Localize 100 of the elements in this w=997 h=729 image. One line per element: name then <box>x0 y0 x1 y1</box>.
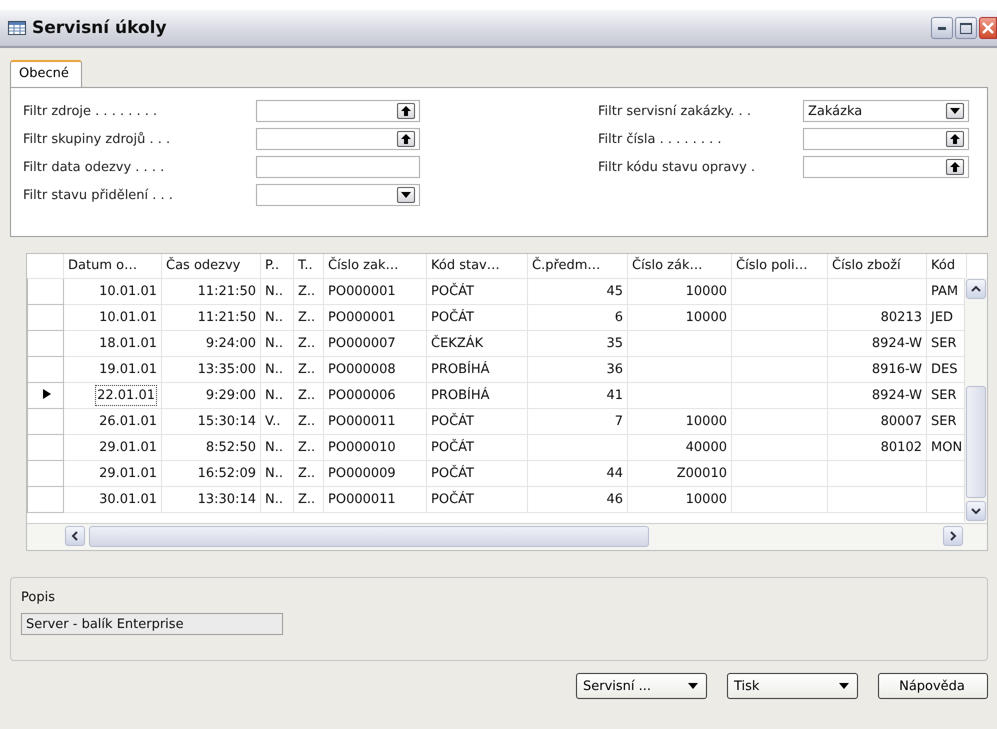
table-cell: 9:29:00 <box>206 388 256 402</box>
menu-button[interactable]: Servisní ... <box>576 673 707 699</box>
column-header[interactable]: Kód <box>926 254 967 278</box>
table-cell: 22.01.01 <box>95 384 157 406</box>
filter-label: Filtr servisní zakázky. . . <box>598 104 752 118</box>
close-button[interactable] <box>979 17 997 39</box>
column-header[interactable]: Č.předm… <box>528 254 628 278</box>
table-cell: Z.. <box>298 362 316 376</box>
minimize-icon <box>938 26 946 30</box>
vertical-scrollbar[interactable] <box>964 278 987 522</box>
table-cell: 10000 <box>686 414 727 428</box>
table-cell: 29.01.01 <box>99 440 157 454</box>
filter-field[interactable] <box>803 128 969 150</box>
table-cell: 46 <box>606 492 623 506</box>
menu-button[interactable]: Tisk <box>727 673 858 699</box>
table-cell: PO000007 <box>328 336 396 350</box>
table-cell: 18.01.01 <box>99 336 157 350</box>
table-cell: POČÁT <box>431 466 474 480</box>
table-cell: Z.. <box>298 492 316 506</box>
table-cell: PO000011 <box>328 492 396 506</box>
column-header[interactable]: Číslo zboží <box>828 254 926 278</box>
table-cell: 10000 <box>686 492 727 506</box>
row-selector[interactable] <box>28 382 64 408</box>
up-arrow-icon <box>950 134 960 144</box>
table-cell: ČEKZÁK <box>431 336 484 350</box>
table-cell: POČÁT <box>431 492 474 506</box>
table-cell: 13:35:00 <box>198 362 256 376</box>
column-header[interactable]: T.. <box>294 254 324 278</box>
dropdown-button[interactable] <box>946 103 964 119</box>
lookup-button[interactable] <box>397 103 415 119</box>
table-cell: SER <box>931 414 956 428</box>
table-cell: N.. <box>265 336 283 350</box>
table-cell: Z.. <box>298 310 316 324</box>
table-cell: N.. <box>265 388 283 402</box>
column-header[interactable]: Kód stav… <box>426 254 528 278</box>
table-cell: PO000010 <box>328 440 396 454</box>
filter-field[interactable] <box>803 156 969 178</box>
table-cell: Z.. <box>298 388 316 402</box>
table-cell: Z.. <box>298 336 316 350</box>
filter-label: Filtr kódu stavu opravy . <box>598 160 756 174</box>
up-arrow-icon <box>401 134 411 144</box>
table-cell: V.. <box>265 414 280 428</box>
scroll-thumb[interactable] <box>966 386 986 498</box>
table-cell: N.. <box>265 310 283 324</box>
filter-label: Filtr čísla . . . . . . . . <box>598 132 723 146</box>
filter-field[interactable] <box>256 156 420 178</box>
filter-field[interactable]: Zakázka <box>803 100 969 122</box>
description-field: Server - balík Enterprise <box>21 613 283 635</box>
table-cell: Z.. <box>298 414 316 428</box>
table-cell: POČÁT <box>431 284 474 298</box>
maximize-button[interactable] <box>955 17 977 39</box>
filter-field[interactable] <box>256 184 420 206</box>
column-header[interactable]: Číslo poli… <box>732 254 828 278</box>
maximize-icon <box>960 22 972 34</box>
table-cell: 13:30:14 <box>198 492 256 506</box>
filter-field[interactable] <box>256 100 420 122</box>
description-label: Popis <box>21 590 56 605</box>
table-cell: 10000 <box>686 284 727 298</box>
horizontal-scrollbar[interactable] <box>27 523 987 550</box>
table-cell: 35 <box>606 336 623 350</box>
table-cell: PO000008 <box>328 362 396 376</box>
table-cell: 9:24:00 <box>206 336 256 350</box>
table-cell: 11:21:50 <box>198 284 256 298</box>
tab[interactable]: Obecné <box>10 60 82 87</box>
table-cell: 6 <box>614 310 623 324</box>
table-cell: 80213 <box>880 310 922 324</box>
minimize-button[interactable] <box>931 17 953 39</box>
table-cell: 8924-W <box>872 388 922 402</box>
column-header[interactable]: Datum o… <box>64 254 162 278</box>
table-cell: N.. <box>265 466 283 480</box>
table-cell: POČÁT <box>431 414 474 428</box>
table-cell: Z.. <box>298 440 316 454</box>
caret-icon <box>401 192 411 198</box>
table-cell: 11:21:50 <box>198 310 256 324</box>
lookup-button[interactable] <box>946 131 964 147</box>
table-cell: 10000 <box>686 310 727 324</box>
column-header[interactable]: Číslo zak… <box>324 254 426 278</box>
table-cell: 40000 <box>686 440 727 454</box>
column-header[interactable]: P.. <box>260 254 294 278</box>
column-header[interactable]: Čas odezvy <box>162 254 260 278</box>
table-cell: 15:30:14 <box>198 414 256 428</box>
filter-field[interactable] <box>256 128 420 150</box>
table-cell: JED <box>931 310 954 324</box>
column-header[interactable]: Číslo zák… <box>628 254 732 278</box>
table-cell: 7 <box>614 414 623 428</box>
table-cell: N.. <box>265 440 283 454</box>
table-cell: 26.01.01 <box>99 414 157 428</box>
lookup-button[interactable] <box>946 159 964 175</box>
help-button[interactable]: Nápověda <box>878 673 988 699</box>
window-title: Servisní úkoly <box>32 18 168 38</box>
table-cell: Z.. <box>298 284 316 298</box>
scroll-thumb[interactable] <box>89 526 649 547</box>
lookup-button[interactable] <box>397 131 415 147</box>
table-cell: 30.01.01 <box>99 492 157 506</box>
table-cell: PO000006 <box>328 388 396 402</box>
table-cell: 45 <box>606 284 623 298</box>
table-cell: 44 <box>606 466 623 480</box>
table-cell: MON <box>931 440 962 454</box>
dropdown-button[interactable] <box>397 187 415 203</box>
table-cell: N.. <box>265 492 283 506</box>
